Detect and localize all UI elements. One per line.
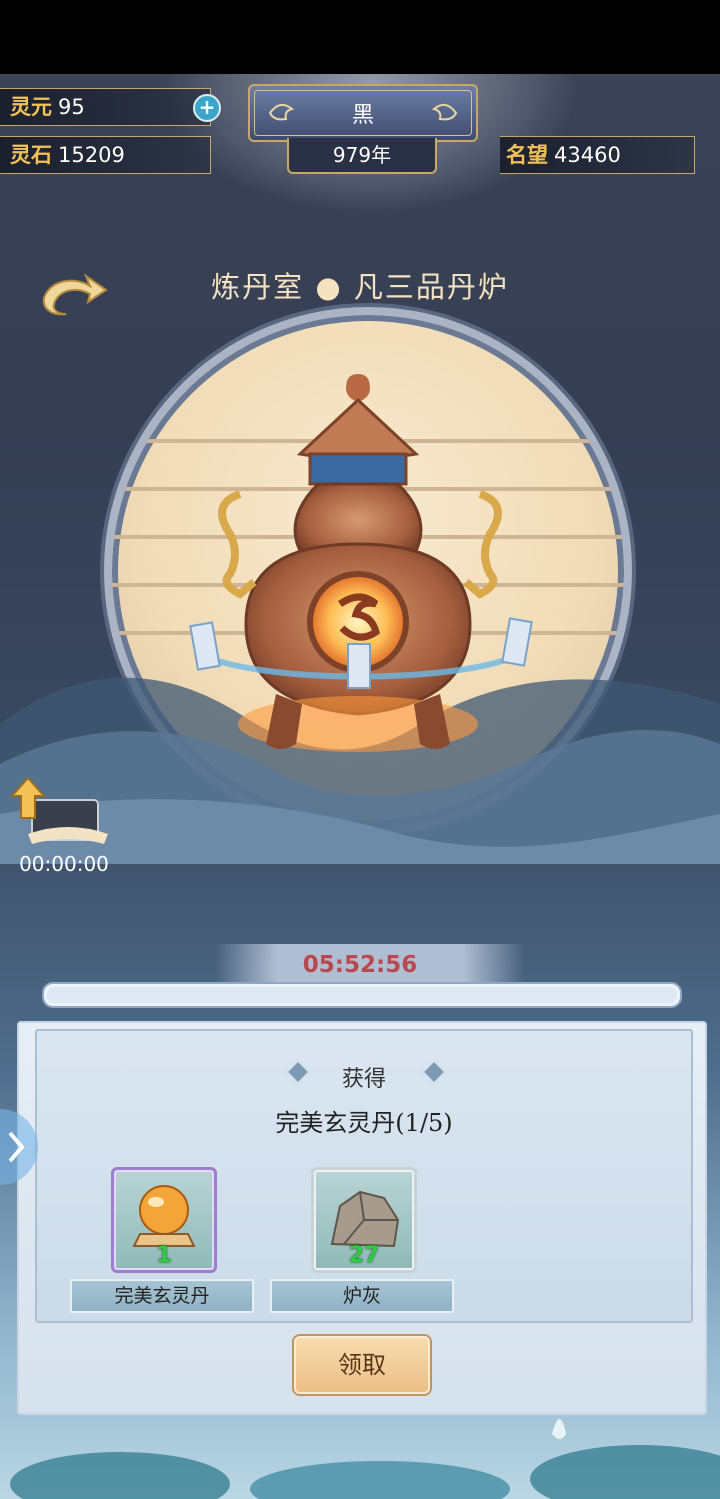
lingyuan-label: 灵元 — [10, 94, 52, 119]
mingwang-label: 名望 — [506, 142, 548, 167]
reward-slot-elixir[interactable]: 1 — [111, 1167, 217, 1273]
product-name: 完美玄灵丹(1/5) — [275, 1109, 453, 1137]
refine-progress-bar — [42, 982, 682, 1008]
alchemy-scene: 灵元 95 + 灵石 15209 名望 43460 黑 979年 炼丹室 ● 凡三品丹… — [0, 74, 720, 1499]
upgrade-furnace-icon[interactable] — [8, 774, 108, 854]
alchemy-furnace[interactable] — [180, 364, 540, 784]
reward-qty: 1 — [156, 1243, 172, 1268]
side-expand-button[interactable] — [0, 1109, 38, 1185]
mingwang-stat: 名望 43460 — [500, 136, 695, 174]
time-of-day-plate: 黑 — [248, 84, 478, 142]
lotus-pond — [10, 1419, 720, 1499]
upgrade-timer: 00:00:00 — [19, 852, 109, 876]
time-of-day: 黑 — [351, 103, 374, 128]
chevron-right-icon — [8, 1131, 25, 1163]
year-display: 979年 — [287, 138, 437, 174]
reward-heading: 获得 — [341, 1067, 386, 1092]
lingyuan-value: 95 — [58, 95, 85, 119]
refine-countdown: 05:52:56 — [302, 952, 418, 978]
lingshi-label: 灵石 — [10, 142, 52, 167]
lingshi-value: 15209 — [58, 143, 125, 167]
reward-qty: 27 — [348, 1243, 380, 1268]
room-title: 炼丹室 ● 凡三品丹炉 — [211, 270, 509, 304]
mingwang-value: 43460 — [554, 143, 621, 167]
lingshi-stat: 灵石 15209 — [0, 136, 211, 174]
lingyuan-stat: 灵元 95 — [0, 88, 211, 126]
claim-button[interactable]: 领取 — [294, 1336, 430, 1394]
add-lingyuan-button[interactable]: + — [193, 94, 221, 122]
reward-name: 炉灰 — [270, 1279, 454, 1313]
reward-panel-inner: 获得 完美玄灵丹(1/5) 1 完美玄灵丹 27 炉灰 — [35, 1029, 693, 1323]
reward-name: 完美玄灵丹 — [70, 1279, 254, 1313]
reward-slot-ash[interactable]: 27 — [311, 1167, 417, 1273]
